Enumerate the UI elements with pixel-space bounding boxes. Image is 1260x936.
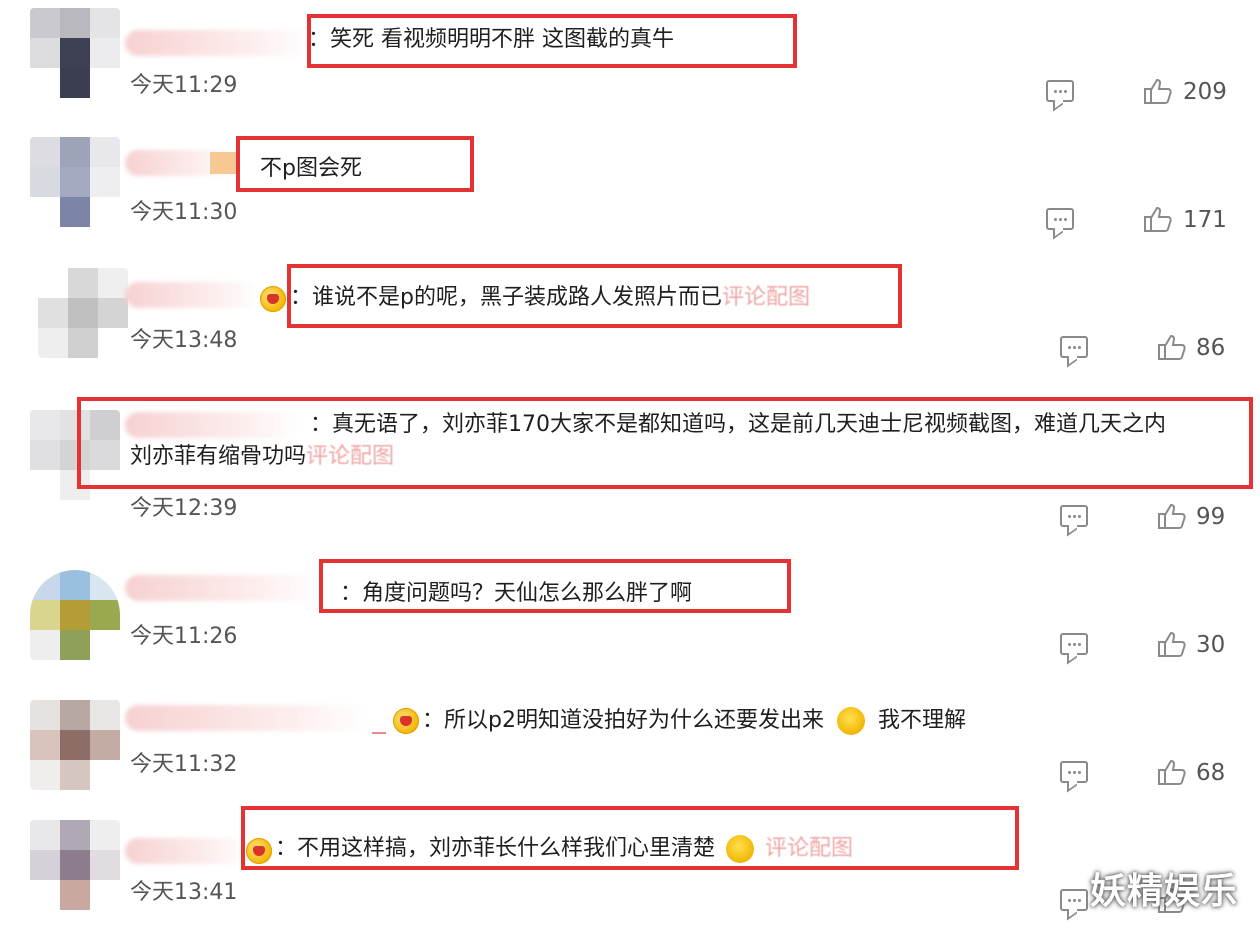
like-count: 30 — [1196, 632, 1226, 658]
username[interactable] — [125, 282, 260, 308]
like-count: 86 — [1196, 335, 1226, 361]
comment-time: 今天13:41 — [130, 880, 238, 905]
highlight-box — [241, 806, 1019, 870]
thumbs-up-icon[interactable] — [1143, 205, 1173, 233]
name-underscore — [372, 732, 386, 734]
thumbs-up-icon[interactable] — [1157, 758, 1187, 786]
thumbs-up-icon[interactable] — [1157, 333, 1187, 361]
username[interactable] — [125, 838, 250, 864]
comment-time: 今天11:26 — [130, 624, 238, 649]
reply-icon[interactable] — [1046, 208, 1074, 230]
comment-time: 今天12:39 — [130, 496, 238, 521]
avatar[interactable] — [38, 268, 128, 358]
like-count: 209 — [1183, 79, 1227, 105]
vip-badge-icon — [260, 286, 286, 312]
thumbs-up-icon[interactable] — [1143, 77, 1173, 105]
highlight-box — [287, 264, 902, 328]
thumbs-up-icon[interactable] — [1157, 502, 1187, 530]
reply-icon[interactable] — [1046, 80, 1074, 102]
username[interactable] — [125, 575, 320, 601]
comment-time: 今天13:48 — [130, 328, 238, 353]
comment-time: 今天11:30 — [130, 200, 238, 225]
avatar[interactable] — [30, 570, 120, 660]
reply-icon[interactable] — [1060, 505, 1088, 527]
comment-text: ：所以p2明知道没拍好为什么还要发出来 我不理解 — [422, 707, 966, 735]
username[interactable] — [125, 30, 310, 56]
highlight-box — [77, 397, 1253, 489]
username[interactable] — [125, 705, 370, 731]
comment-time: 今天11:29 — [130, 73, 238, 98]
comment-time: 今天11:32 — [130, 752, 238, 777]
reply-icon[interactable] — [1060, 633, 1088, 655]
avatar[interactable] — [30, 8, 120, 98]
like-count: 171 — [1183, 207, 1227, 233]
badge-orange — [210, 152, 236, 174]
highlight-box — [319, 559, 791, 613]
reply-icon[interactable] — [1060, 761, 1088, 783]
highlight-box — [236, 136, 474, 192]
thumbs-up-icon[interactable] — [1157, 630, 1187, 658]
vip-badge-icon — [393, 708, 419, 734]
avatar[interactable] — [30, 137, 120, 227]
avatar[interactable] — [30, 820, 120, 910]
reply-icon[interactable] — [1060, 889, 1088, 911]
shrug-emoji-icon — [836, 707, 865, 735]
reply-icon[interactable] — [1060, 336, 1088, 358]
like-count: 99 — [1196, 504, 1226, 530]
like-count: 68 — [1196, 760, 1226, 786]
highlight-box — [307, 14, 797, 68]
watermark: 妖精娱乐 — [1089, 871, 1238, 912]
avatar[interactable] — [30, 700, 120, 790]
